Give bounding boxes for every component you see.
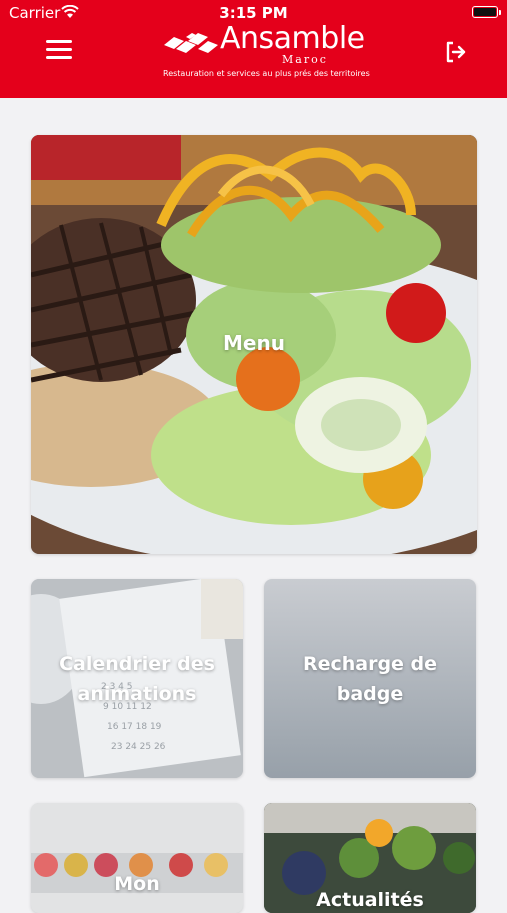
battery-icon — [472, 6, 498, 18]
brand-name: Ansamble — [220, 21, 365, 56]
tile-mon-label: Mon — [114, 873, 160, 895]
app-header: Carrier 3:15 PM Ansamble Maroc Restaurat… — [0, 0, 507, 98]
tile-calendar[interactable]: 2 3 4 5 9 10 11 12 16 17 18 19 23 24 25 … — [31, 579, 243, 778]
tile-menu-label: Menu — [223, 331, 285, 355]
menu-hamburger-icon[interactable] — [46, 40, 72, 62]
status-time: 3:15 PM — [219, 4, 288, 22]
tile-calendar-label: Calendrier des animations — [59, 653, 215, 705]
tile-menu[interactable]: Menu — [31, 135, 477, 554]
mon-image — [31, 803, 243, 913]
tile-badge-recharge[interactable]: Recharge de badge — [264, 579, 476, 778]
tile-mon[interactable]: Mon — [31, 803, 243, 913]
tile-actualites[interactable]: Actualités — [264, 803, 476, 913]
tile-actualites-label: Actualités — [316, 889, 424, 911]
svg-text:16 17 18 19: 16 17 18 19 — [107, 722, 162, 732]
tile-badge-label: Recharge de badge — [302, 653, 438, 705]
brand-sub: Maroc — [282, 53, 328, 66]
logo-mark-icon — [164, 33, 218, 53]
tagline: Restauration et services au plus prés de… — [163, 69, 370, 78]
svg-text:23 24 25 26: 23 24 25 26 — [111, 742, 166, 752]
logout-icon[interactable] — [444, 40, 468, 64]
